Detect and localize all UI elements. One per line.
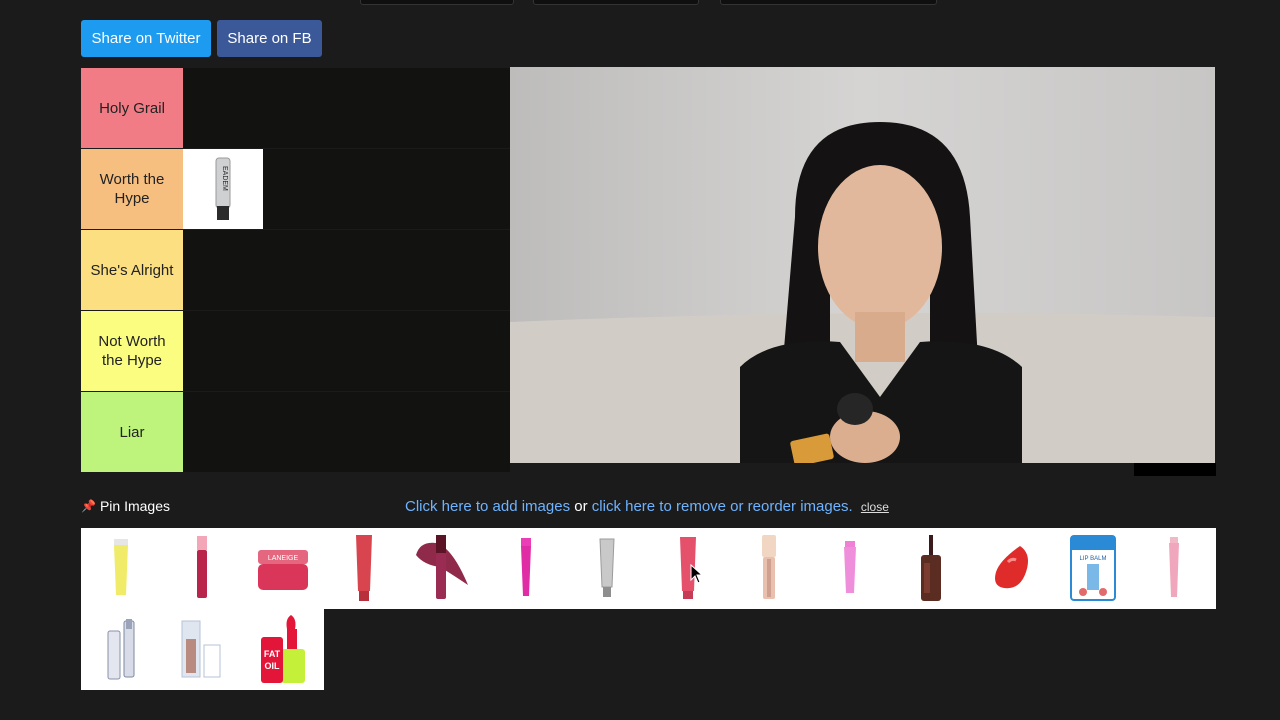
pushpin-icon: 📌 <box>81 499 96 513</box>
gloss-swatch-image <box>416 535 468 599</box>
mouse-cursor-icon <box>690 564 704 584</box>
tier-dropzone[interactable] <box>183 230 510 310</box>
tier-label[interactable]: She's Alright <box>81 230 183 310</box>
video-frame <box>510 67 1215 463</box>
rose-bottle-image <box>181 620 221 678</box>
tier-label[interactable]: Worth the Hype <box>81 149 183 229</box>
tier-item-eadem[interactable]: EADEM <box>183 149 263 229</box>
red-tube-image <box>356 535 372 601</box>
clear-bottles-image <box>107 619 135 680</box>
share-fb-button[interactable]: Share on FB <box>217 20 322 57</box>
eadem-tube-image: EADEM <box>215 157 231 220</box>
gallery-item[interactable] <box>486 528 566 608</box>
lip-balm-label: LIP BALM <box>1080 556 1107 562</box>
pin-images-label: Pin Images <box>99 498 170 514</box>
video-player[interactable] <box>510 67 1215 463</box>
tier-row-worth-the-hype: Worth the Hype EADEM <box>81 149 510 229</box>
yellow-tube-image <box>114 539 128 595</box>
top-button-stub-3[interactable] <box>720 0 937 5</box>
magenta-gloss-image <box>521 538 531 596</box>
pin-images-toggle[interactable]: 📌 Pin Images <box>81 498 170 514</box>
gallery-item[interactable]: LANEIGE <box>243 528 323 608</box>
gallery-row: LANEIGE LIP BALM <box>81 528 1216 609</box>
gallery-item[interactable] <box>81 528 161 608</box>
lip-balm-box-image: LIP BALM <box>1070 535 1116 601</box>
gallery-item[interactable] <box>324 528 404 608</box>
nude-gloss-image <box>762 535 776 599</box>
or-text: or <box>574 498 588 515</box>
laneige-label: LANEIGE <box>268 555 299 562</box>
tier-dropzone[interactable] <box>183 68 510 148</box>
tier-row-holy-grail: Holy Grail <box>81 68 510 148</box>
fat-label: FAT <box>264 649 281 659</box>
image-links: Click here to add images or click here t… <box>405 498 889 515</box>
berry-gloss-image <box>197 536 207 598</box>
red-drop-image <box>995 546 1028 589</box>
gallery-item[interactable]: LIP BALM <box>1053 528 1133 608</box>
gallery-item[interactable]: FAT OIL <box>243 609 323 689</box>
tier-dropzone[interactable] <box>183 392 510 472</box>
tier-list: Holy Grail Worth the Hype EADEM She's Al… <box>81 68 510 473</box>
pin-images-bar: 📌 Pin Images Click here to add images or… <box>81 498 1216 518</box>
oil-label: OIL <box>265 661 281 671</box>
gallery-item[interactable] <box>162 528 242 608</box>
gallery-item[interactable] <box>405 528 485 608</box>
gallery-item[interactable] <box>810 528 890 608</box>
nyx-fat-oil-image: FAT OIL <box>261 615 305 683</box>
gallery-item[interactable] <box>162 609 242 689</box>
top-button-stub-1[interactable] <box>360 0 514 5</box>
tier-dropzone[interactable] <box>183 311 510 391</box>
tier-row-not-worth-the-hype: Not Worth the Hype <box>81 311 510 391</box>
gallery-item[interactable] <box>729 528 809 608</box>
light-pink-tube-image <box>844 541 856 593</box>
gallery-row: FAT OIL <box>81 609 324 690</box>
tier-label[interactable]: Liar <box>81 392 183 472</box>
gallery-item[interactable] <box>648 528 728 608</box>
tier-row-shes-alright: She's Alright <box>81 230 510 310</box>
pale-pink-tube-image <box>1169 537 1179 597</box>
top-button-stub-2[interactable] <box>533 0 699 5</box>
tier-label[interactable]: Holy Grail <box>81 68 183 148</box>
plum-gloss-image <box>921 535 941 601</box>
silver-tube-image <box>599 538 615 597</box>
gallery-item[interactable] <box>1134 528 1214 608</box>
tier-label[interactable]: Not Worth the Hype <box>81 311 183 391</box>
gallery-item[interactable] <box>891 528 971 608</box>
gallery-item[interactable] <box>972 528 1052 608</box>
share-twitter-button[interactable]: Share on Twitter <box>81 20 211 57</box>
gallery-item[interactable] <box>567 528 647 608</box>
laneige-jar-image: LANEIGE <box>258 550 308 590</box>
video-progress-bar[interactable] <box>1134 463 1216 476</box>
tier-row-liar: Liar <box>81 392 510 472</box>
add-images-link[interactable]: Click here to add images <box>405 498 570 515</box>
eadem-label: EADEM <box>221 166 228 191</box>
gallery-item[interactable] <box>81 609 161 689</box>
tier-dropzone[interactable]: EADEM <box>183 149 510 229</box>
remove-reorder-images-link[interactable]: click here to remove or reorder images. <box>592 498 853 515</box>
close-link[interactable]: close <box>861 500 889 514</box>
